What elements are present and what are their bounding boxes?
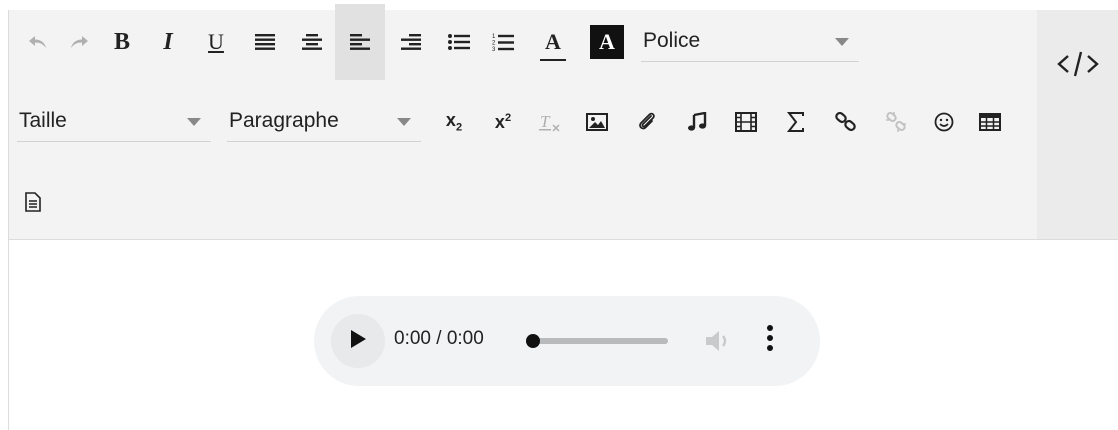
code-view-panel [1037,10,1118,240]
font-size-select[interactable]: Taille [17,102,211,142]
remove-link-button[interactable] [871,102,921,142]
volume-button[interactable] [704,328,732,359]
superscript-icon: x2 [494,111,512,132]
seek-slider[interactable] [526,334,668,348]
clear-format-button[interactable]: T [527,102,573,142]
bold-icon: B [113,28,130,55]
chevron-down-icon [835,38,849,46]
background-color-button[interactable]: A [581,22,633,62]
film-icon [735,112,757,132]
subscript-icon: x2 [445,110,463,134]
volume-icon [704,331,732,358]
justify-button[interactable] [241,22,289,62]
italic-icon: I [163,28,173,55]
undo-icon [27,34,49,50]
svg-text:T: T [540,112,551,131]
align-justify-icon [255,34,275,50]
play-button[interactable] [331,314,385,368]
bullet-list-icon [448,34,470,50]
block-format-value: Paragraphe [229,109,339,132]
link-icon [835,112,857,132]
attach-file-button[interactable] [621,102,673,142]
align-left-icon [350,34,370,50]
font-family-value: Police [643,29,701,52]
document-icon [25,192,41,212]
italic-button[interactable]: I [145,22,191,62]
unlink-icon [885,111,907,133]
bullet-list-button[interactable] [437,22,481,62]
toolbar-row-3 [17,174,49,230]
redo-button[interactable] [59,22,99,62]
clear-format-icon: T [539,112,561,132]
font-size-value: Taille [19,109,67,132]
svg-text:3: 3 [492,47,496,52]
insert-audio-button[interactable] [673,102,721,142]
smiley-icon [934,112,954,132]
align-right-button[interactable] [385,22,437,62]
align-right-icon [401,34,421,50]
align-center-button[interactable] [289,22,335,62]
font-color-icon: A [540,29,566,61]
block-format-select[interactable]: Paragraphe [227,102,421,142]
underline-icon: U [208,29,224,54]
code-icon [1056,49,1100,84]
svg-text:2: 2 [492,41,496,47]
more-vert-icon [766,325,774,358]
superscript-button[interactable]: x2 [479,102,527,142]
time-display: 0:00 / 0:00 [394,328,484,349]
insert-table-button[interactable] [967,102,1013,142]
chevron-down-icon [187,118,201,126]
redo-icon [68,34,90,50]
chevron-down-icon [397,118,411,126]
numbered-list-button[interactable]: 123 [481,22,525,62]
toolbar-row-2: Taille Paragraphe x2 x2 T [17,94,1013,150]
rich-text-editor: B I U 1 2 3 A A Police Taille Paragraphe… [8,4,1118,430]
seek-thumb[interactable] [526,334,540,348]
code-view-button[interactable] [1055,46,1101,86]
music-note-icon [687,112,707,132]
editor-content-area[interactable]: 0:00 / 0:00 [9,240,1118,430]
table-icon [979,113,1001,131]
editor-toolbar: B I U 1 2 3 A A Police Taille Paragraphe… [9,4,1037,240]
numbered-list-icon: 123 [492,32,514,52]
underline-button[interactable]: U [191,22,241,62]
insert-emoji-button[interactable] [921,102,967,142]
more-options-button[interactable] [766,324,774,359]
page-button[interactable] [17,182,49,222]
audio-player: 0:00 / 0:00 [314,296,820,386]
image-icon [586,113,608,131]
sigma-icon [786,112,806,132]
toolbar-row-1: B I U 1 2 3 A A Police [17,4,859,80]
align-center-icon [302,34,322,50]
undo-button[interactable] [17,22,59,62]
font-family-select[interactable]: Police [641,22,859,62]
insert-video-button[interactable] [721,102,771,142]
insert-link-button[interactable] [821,102,871,142]
play-icon [349,329,367,354]
insert-image-button[interactable] [573,102,621,142]
insert-formula-button[interactable] [771,102,821,142]
subscript-button[interactable]: x2 [429,102,479,142]
align-left-button[interactable] [335,4,385,80]
background-color-icon: A [590,25,624,59]
paperclip-icon [636,111,658,133]
bold-button[interactable]: B [99,22,145,62]
font-color-button[interactable]: A [525,22,581,62]
svg-text:1: 1 [492,34,496,40]
